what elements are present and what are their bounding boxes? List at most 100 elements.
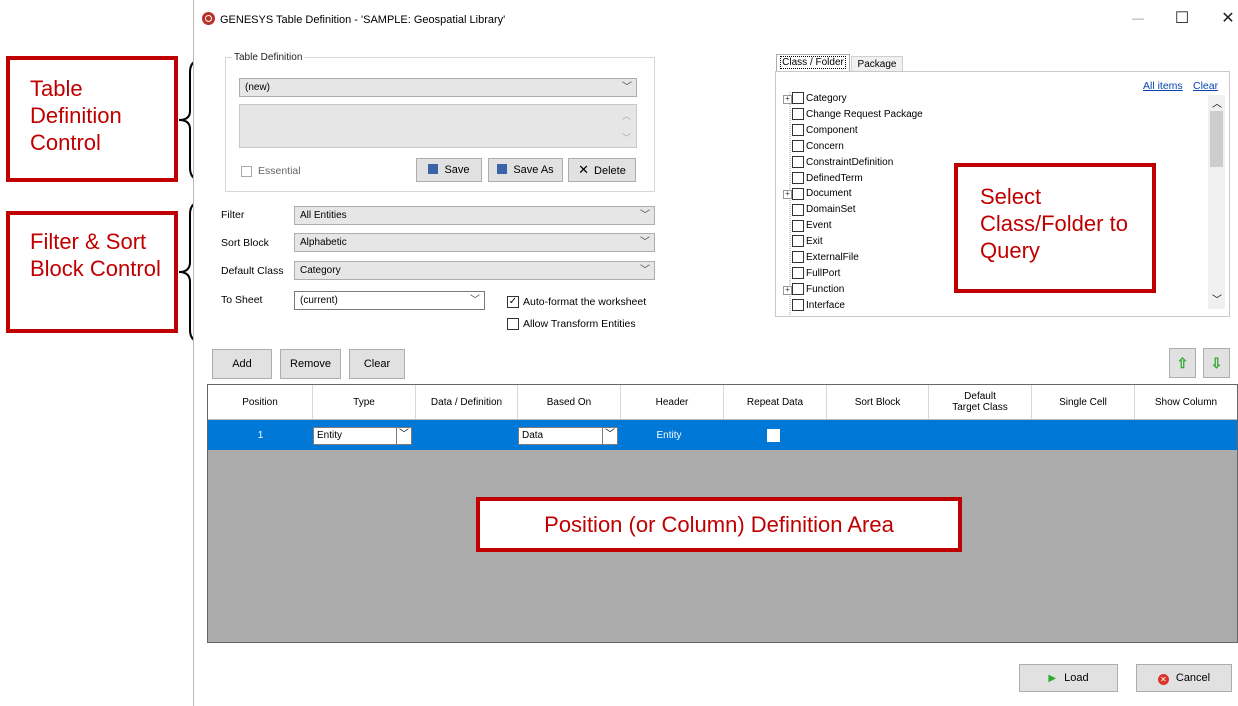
tree-item-label: FullPort [806,267,841,279]
col-header[interactable]: Header [621,385,724,419]
scrollbar-thumb[interactable] [1210,111,1223,167]
tree-item[interactable]: ExternalFile [792,250,859,266]
class-checkbox[interactable] [792,235,804,248]
table-row[interactable]: 1 Entity ﹀ Data ﹀ Entity [208,420,1237,450]
cell-based-on-select[interactable]: Data ﹀ [518,427,618,445]
cancel-button[interactable]: ✕ Cancel [1136,664,1232,692]
callout-select-class: Select Class/Folder to Query [954,163,1156,293]
autoformat-checkbox[interactable]: ✓ [507,296,519,308]
class-checkbox[interactable] [792,203,804,216]
sort-block-select[interactable]: Alphabetic ﹀ [294,233,655,252]
col-sort-block[interactable]: Sort Block [827,385,929,419]
tree-item-label: Exit [806,236,823,248]
tree-item-label: Function [806,283,845,295]
tree-item-label: DefinedTerm [806,172,863,184]
col-position[interactable]: Position [208,385,313,419]
col-show-column[interactable]: Show Column [1135,385,1237,419]
cell-header[interactable]: Entity [621,420,717,450]
scroll-up-icon[interactable]: ︿ [1212,95,1222,110]
remove-button[interactable]: Remove [280,349,341,379]
tree-item-label: Concern [806,140,844,152]
close-icon[interactable]: ✕ [1216,8,1238,28]
tree-item-label: Event [806,220,832,232]
col-single-cell[interactable]: Single Cell [1032,385,1135,419]
to-sheet-select[interactable]: (current) ﹀ [294,291,485,310]
scroll-down-icon[interactable]: ﹀ [1212,291,1222,306]
cancel-icon: ✕ [1157,674,1169,685]
class-checkbox[interactable] [792,108,804,121]
tree-item[interactable]: DefinedTerm [792,171,863,187]
tree-item[interactable]: ConstraintDefinition [792,155,893,171]
default-class-select[interactable]: Category ﹀ [294,261,655,280]
tree-item-label: Change Request Package [806,108,923,120]
expand-icon[interactable]: + [783,190,792,200]
play-icon: ▶ [1048,673,1057,684]
tab-class-folder[interactable]: Class / Folder [776,54,850,72]
tree-item[interactable]: FullPort [792,266,840,282]
tree-item[interactable]: DomainSet [792,202,855,218]
class-checkbox[interactable] [792,92,804,105]
load-button[interactable]: ▶ Load [1019,664,1118,692]
table-description-textarea[interactable]: ︿ ﹀ [239,104,637,148]
class-checkbox[interactable] [792,283,804,296]
tree-item-label: ConstraintDefinition [806,156,894,168]
table-definition-legend: Table Definition [234,52,303,63]
tree-item[interactable]: Change Request Package [792,107,923,123]
repeat-data-checkbox[interactable] [766,428,780,442]
delete-button[interactable]: ✕ Delete [568,158,636,182]
chevron-down-icon: ﹀ [640,210,650,221]
save-button[interactable]: Save [416,158,482,182]
class-checkbox[interactable] [792,187,804,200]
tree-item[interactable]: + Category [783,91,847,107]
clear-link[interactable]: Clear [1193,80,1218,92]
class-checkbox[interactable] [792,171,804,184]
clear-button[interactable]: Clear [349,349,405,379]
class-checkbox[interactable] [792,267,804,280]
maximize-icon[interactable]: ☐ [1170,8,1194,28]
col-default-target-class[interactable]: Default Target Class [929,385,1032,419]
app-icon [202,12,215,25]
tree-item[interactable]: Event [792,218,832,234]
callout-position-area: Position (or Column) Definition Area [476,497,962,552]
expand-icon[interactable]: + [783,95,792,104]
expand-icon[interactable]: + [783,285,792,295]
cell-type-select[interactable]: Entity ﹀ [313,427,412,445]
save-as-button[interactable]: Save As [488,158,563,182]
table-definition-select[interactable]: (new) ﹀ [239,78,637,97]
add-button[interactable]: Add [212,349,272,379]
cell-repeat-data[interactable] [724,420,822,450]
allow-transform-checkbox[interactable] [507,318,519,330]
tree-item[interactable]: + Function [783,282,845,298]
col-repeat-data[interactable]: Repeat Data [724,385,827,419]
essential-checkbox[interactable] [241,166,252,177]
col-data-definition[interactable]: Data / Definition [416,385,518,419]
tree-item[interactable]: Component [792,123,858,139]
class-checkbox[interactable] [792,219,804,232]
chevron-down-icon: ﹀ [602,428,617,444]
all-items-link[interactable]: All items [1143,80,1183,92]
tree-scrollbar[interactable]: ︿ ﹀ [1208,95,1225,309]
filter-select[interactable]: All Entities ﹀ [294,206,655,225]
tree-item[interactable]: Exit [792,234,823,250]
class-checkbox[interactable] [792,251,804,264]
class-checkbox[interactable] [792,155,804,168]
col-type[interactable]: Type [313,385,416,419]
tree-item[interactable]: Interface [792,298,845,314]
cell-position[interactable]: 1 [208,420,313,450]
col-based-on[interactable]: Based On [518,385,621,419]
filter-label: Filter [221,209,245,221]
move-down-button[interactable]: ⇩ [1203,348,1230,378]
default-class-label: Default Class [221,265,284,277]
class-checkbox[interactable] [792,299,804,312]
scroll-up-icon[interactable]: ︿ [622,109,631,122]
class-checkbox[interactable] [792,124,804,137]
class-checkbox[interactable] [792,140,804,153]
tree-item[interactable]: + Document [783,186,852,202]
tab-package[interactable]: Package [851,56,903,72]
chevron-down-icon: ﹀ [640,265,650,276]
minimize-icon[interactable]: — [1126,11,1150,25]
tree-item[interactable]: Concern [792,139,844,155]
arrow-down-icon: ⇩ [1210,355,1223,371]
move-up-button[interactable]: ⇧ [1169,348,1196,378]
scroll-down-icon[interactable]: ﹀ [622,131,631,144]
